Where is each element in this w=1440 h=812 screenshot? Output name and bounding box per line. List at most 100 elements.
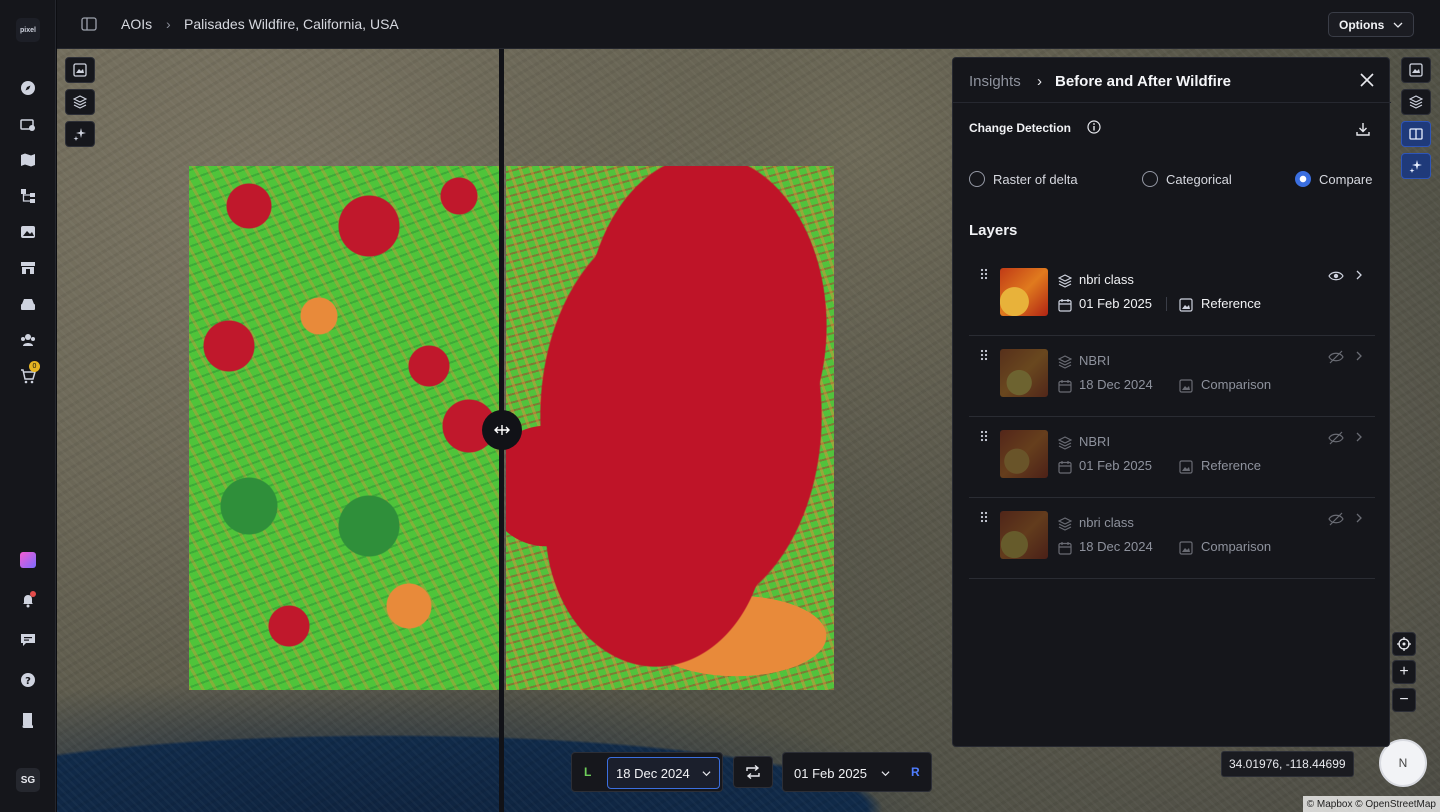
drag-handle-icon[interactable] (979, 349, 989, 361)
eye-icon[interactable] (1328, 268, 1344, 284)
top-bar: AOIs › Palisades Wildfire, California, U… (57, 0, 1440, 49)
layer-row[interactable]: NBRI 18 Dec 2024 Comparison (969, 336, 1375, 417)
chevron-right-icon[interactable] (1353, 430, 1365, 444)
download-icon[interactable] (1355, 121, 1371, 137)
satellite-image-icon[interactable] (18, 115, 38, 135)
separator (1166, 297, 1167, 311)
layer-name: nbri class (1079, 272, 1134, 287)
help-icon[interactable]: ? (18, 670, 38, 690)
swap-dates-button[interactable] (733, 756, 773, 788)
gallery-icon[interactable] (18, 222, 38, 242)
zoom-out-label: − (1399, 691, 1409, 708)
drag-handle-icon[interactable] (979, 430, 989, 442)
compare-handle-icon[interactable] (482, 410, 522, 450)
basemap-toggle-right-icon[interactable] (1401, 57, 1431, 83)
raster-left-before (189, 166, 501, 690)
drag-handle-icon[interactable] (979, 268, 989, 280)
notification-bell-icon[interactable] (18, 590, 38, 610)
radio-icon (1142, 171, 1158, 187)
ai-insights-icon[interactable] (1401, 153, 1431, 179)
calendar-icon (1058, 299, 1072, 312)
layer-date: 18 Dec 2024 (1079, 377, 1153, 392)
split-view-icon[interactable] (1401, 121, 1431, 147)
swap-icon (746, 765, 760, 779)
map-attribution[interactable]: © Mapbox © OpenStreetMap (1302, 796, 1440, 812)
chat-icon[interactable] (18, 630, 38, 650)
panel-crumb-root[interactable]: Insights (969, 73, 1021, 90)
workflow-icon[interactable] (18, 186, 38, 206)
layer-row[interactable]: nbri class 01 Feb 2025 Reference (969, 255, 1375, 336)
breadcrumb-root[interactable]: AOIs (121, 16, 152, 32)
left-date-value: 18 Dec 2024 (616, 765, 690, 781)
app-logo[interactable]: pixel (16, 18, 40, 42)
layer-row[interactable]: NBRI 01 Feb 2025 Reference (969, 417, 1375, 498)
layer-date: 01 Feb 2025 (1079, 458, 1153, 473)
close-icon[interactable] (1359, 72, 1375, 88)
chevron-down-icon (1393, 22, 1403, 28)
docs-icon[interactable] (18, 710, 38, 730)
layer-role: Comparison (1201, 539, 1272, 554)
layers-right-icon[interactable] (1401, 89, 1431, 115)
layer-name: NBRI (1079, 353, 1111, 368)
layer-stack-icon (1058, 355, 1072, 369)
layer-thumbnail (1000, 268, 1048, 316)
mode-label: Raster of delta (993, 171, 1078, 187)
left-date-select[interactable]: 18 Dec 2024 (607, 757, 720, 789)
options-button[interactable]: Options (1328, 12, 1414, 37)
team-icon[interactable] (18, 330, 38, 350)
radio-selected-icon (1295, 171, 1311, 187)
mode-categorical[interactable]: Categorical (1142, 171, 1232, 187)
cart-badge: 0 (29, 361, 40, 372)
radio-icon (969, 171, 985, 187)
compass-nav-icon[interactable] (18, 78, 38, 98)
chevron-right-icon[interactable] (1353, 511, 1365, 525)
eye-off-icon[interactable] (1328, 430, 1344, 446)
store-icon[interactable] (18, 258, 38, 278)
sidebar-toggle-icon[interactable] (81, 16, 97, 32)
image-icon (1179, 379, 1193, 393)
gradient-app-icon[interactable] (18, 550, 38, 570)
layers-icon[interactable] (65, 89, 95, 115)
eye-off-icon[interactable] (1328, 511, 1344, 527)
mode-compare[interactable]: Compare (1295, 171, 1372, 187)
map-icon[interactable] (18, 150, 38, 170)
raster-right-after (506, 166, 834, 690)
section-title: Change Detection (969, 121, 1072, 135)
zoom-in-button[interactable]: + (1392, 660, 1416, 684)
mode-raster-of-delta[interactable]: Raster of delta (969, 171, 1078, 187)
image-icon (1179, 541, 1193, 555)
right-date-select[interactable]: 01 Feb 2025 (786, 757, 898, 789)
calendar-icon (1058, 542, 1072, 555)
compass-label: N (1398, 756, 1408, 770)
basemap-toggle-icon[interactable] (65, 57, 95, 83)
left-side-label: L (584, 765, 592, 779)
image-icon (1179, 460, 1193, 474)
locate-icon[interactable] (1392, 632, 1416, 656)
layer-name: NBRI (1079, 434, 1111, 449)
chevron-right-icon[interactable] (1353, 349, 1365, 363)
calendar-icon (1058, 461, 1072, 474)
mode-label: Compare (1319, 171, 1373, 187)
calendar-icon (1058, 380, 1072, 393)
ai-sparkle-icon[interactable] (65, 121, 95, 147)
zoom-out-button[interactable]: − (1392, 688, 1416, 712)
insights-panel: Insights › Before and After Wildfire Cha… (952, 57, 1391, 747)
layer-role: Reference (1201, 458, 1261, 473)
layer-role: Reference (1201, 296, 1261, 311)
layer-date: 18 Dec 2024 (1079, 539, 1153, 554)
chevron-right-icon[interactable] (1353, 268, 1365, 282)
eye-off-icon[interactable] (1328, 349, 1344, 365)
layer-row[interactable]: nbri class 18 Dec 2024 Comparison (969, 498, 1375, 579)
drag-handle-icon[interactable] (979, 511, 989, 523)
storage-icon[interactable] (18, 294, 38, 314)
breadcrumb-chevron-icon: › (166, 16, 171, 32)
layer-stack-icon (1058, 274, 1072, 288)
map-canvas[interactable]: + − 34.01976, -118.44699 N © Mapbox © Op… (57, 49, 1440, 812)
info-icon[interactable] (1087, 120, 1101, 134)
layer-thumbnail (1000, 511, 1048, 559)
right-date-bar: 01 Feb 2025 R (782, 752, 932, 792)
cart-icon[interactable]: 0 (18, 361, 40, 386)
user-avatar[interactable]: SG (16, 768, 40, 792)
chevron-down-icon (881, 770, 890, 776)
left-date-bar: L 18 Dec 2024 (571, 752, 723, 792)
